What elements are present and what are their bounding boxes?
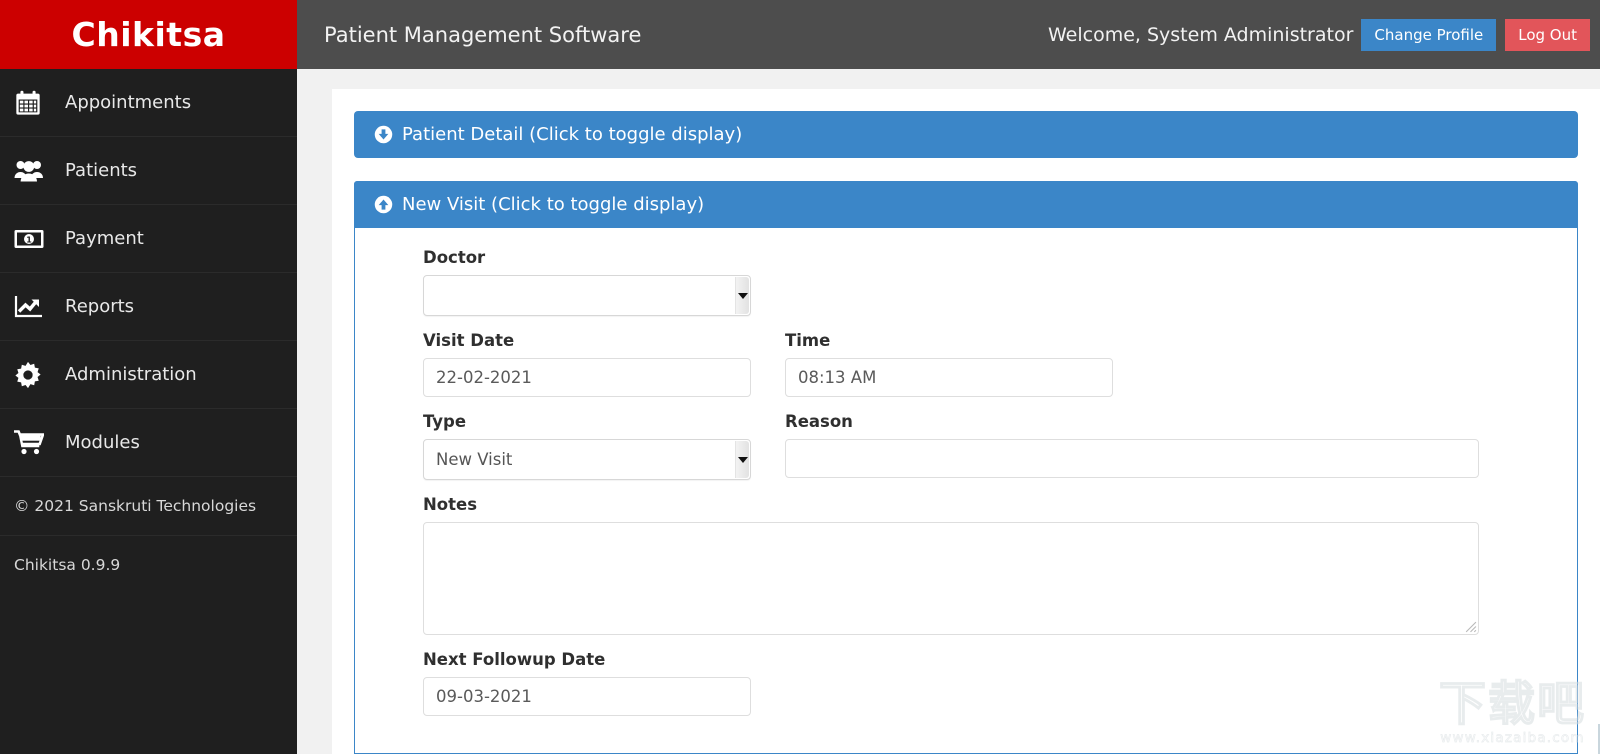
sidebar-item-modules[interactable]: Modules bbox=[0, 409, 297, 477]
sidebar-item-label: Appointments bbox=[65, 92, 191, 113]
sidebar-item-patients[interactable]: Patients bbox=[0, 137, 297, 205]
sidebar-item-reports[interactable]: Reports bbox=[0, 273, 297, 341]
main-content: Patient Detail (Click to toggle display)… bbox=[297, 69, 1600, 754]
sidebar-copyright: © 2021 Sanskruti Technologies bbox=[0, 477, 297, 536]
sidebar-copyright-text: © 2021 Sanskruti Technologies bbox=[14, 497, 256, 515]
gear-icon bbox=[14, 358, 54, 392]
calendar-icon bbox=[14, 86, 54, 120]
change-profile-button[interactable]: Change Profile bbox=[1361, 19, 1496, 51]
sidebar-item-administration[interactable]: Administration bbox=[0, 341, 297, 409]
visit-date-field-group: Visit Date bbox=[423, 331, 751, 397]
time-input[interactable] bbox=[785, 358, 1113, 397]
time-field-group: Time bbox=[785, 331, 1579, 397]
doctor-field-group: Doctor bbox=[423, 248, 1579, 316]
circle-arrow-up-icon bbox=[374, 195, 393, 214]
patient-detail-panel-title: Patient Detail (Click to toggle display) bbox=[402, 124, 742, 145]
type-field-group: Type New Visit bbox=[423, 412, 751, 480]
page-title: Patient Management Software bbox=[324, 23, 641, 47]
users-icon bbox=[14, 154, 54, 188]
visit-date-label: Visit Date bbox=[423, 331, 751, 350]
svg-text:1: 1 bbox=[26, 235, 32, 244]
shopping-cart-icon bbox=[14, 426, 54, 460]
sidebar-item-label: Reports bbox=[65, 296, 134, 317]
type-label: Type bbox=[423, 412, 751, 431]
sidebar-item-label: Payment bbox=[65, 228, 144, 249]
content-card: Patient Detail (Click to toggle display)… bbox=[332, 89, 1600, 754]
next-followup-label: Next Followup Date bbox=[423, 650, 1579, 669]
visit-date-time-row: Visit Date Time bbox=[423, 331, 1579, 397]
brand-logo[interactable]: Chikitsa bbox=[0, 0, 297, 69]
sidebar-item-label: Patients bbox=[65, 160, 137, 181]
welcome-message: Welcome, System Administrator bbox=[1048, 24, 1353, 46]
visit-date-input[interactable] bbox=[423, 358, 751, 397]
reason-field-group: Reason bbox=[785, 412, 1579, 480]
reason-input[interactable] bbox=[785, 439, 1479, 478]
chart-line-icon bbox=[14, 290, 54, 324]
chevron-down-icon bbox=[738, 457, 748, 463]
new-visit-panel-title: New Visit (Click to toggle display) bbox=[402, 194, 704, 215]
top-header: Patient Management Software Welcome, Sys… bbox=[297, 0, 1600, 69]
header-actions: Welcome, System Administrator Change Pro… bbox=[1048, 19, 1600, 51]
reason-label: Reason bbox=[785, 412, 1579, 431]
time-label: Time bbox=[785, 331, 1579, 350]
sidebar-item-appointments[interactable]: Appointments bbox=[0, 69, 297, 137]
type-select-value: New Visit bbox=[436, 439, 512, 480]
sidebar-item-label: Modules bbox=[65, 432, 140, 453]
sidebar-item-payment[interactable]: 1 Payment bbox=[0, 205, 297, 273]
doctor-select[interactable] bbox=[423, 275, 751, 316]
sidebar-version: Chikitsa 0.9.9 bbox=[0, 536, 297, 593]
application-window: Chikitsa bbox=[0, 0, 1600, 754]
type-reason-row: Type New Visit Reason bbox=[423, 412, 1579, 480]
sidebar-item-label: Administration bbox=[65, 364, 197, 385]
logout-button[interactable]: Log Out bbox=[1505, 19, 1590, 51]
notes-label: Notes bbox=[423, 495, 1579, 514]
sidebar-version-text: Chikitsa 0.9.9 bbox=[14, 556, 120, 574]
patient-detail-panel-header[interactable]: Patient Detail (Click to toggle display) bbox=[354, 111, 1578, 158]
notes-textarea[interactable] bbox=[423, 522, 1479, 635]
sidebar: Chikitsa bbox=[0, 0, 297, 754]
next-followup-date-input[interactable] bbox=[423, 677, 751, 716]
doctor-label: Doctor bbox=[423, 248, 1579, 267]
type-select[interactable]: New Visit bbox=[423, 439, 751, 480]
doctor-select-arrow[interactable] bbox=[735, 277, 749, 314]
doctor-select-box bbox=[423, 275, 751, 316]
money-bill-icon: 1 bbox=[14, 222, 54, 256]
notes-field-group: Notes bbox=[423, 495, 1579, 635]
type-select-arrow[interactable] bbox=[735, 441, 749, 478]
new-visit-panel-header[interactable]: New Visit (Click to toggle display) bbox=[354, 181, 1578, 228]
new-visit-form: Doctor Visit Date bbox=[423, 248, 1579, 731]
new-visit-panel: New Visit (Click to toggle display) Doct… bbox=[354, 181, 1578, 754]
next-followup-field-group: Next Followup Date bbox=[423, 650, 1579, 716]
notes-wrapper bbox=[423, 522, 1479, 635]
circle-arrow-down-icon bbox=[374, 125, 393, 144]
chevron-down-icon bbox=[738, 293, 748, 299]
brand-name: Chikitsa bbox=[72, 15, 226, 54]
